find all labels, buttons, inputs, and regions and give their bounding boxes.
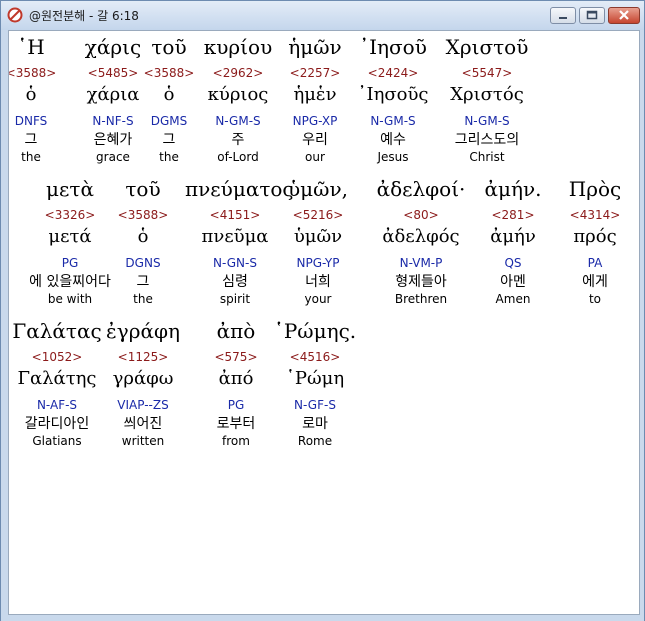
parsing-code: DGNS <box>125 256 161 270</box>
korean-gloss: 씌어진 <box>123 416 163 432</box>
parsing-code: PA <box>587 256 603 270</box>
maximize-button[interactable] <box>579 7 605 24</box>
greek-word: ἐγράφη <box>106 319 180 343</box>
english-gloss: your <box>304 292 332 306</box>
strongs-number: <80> <box>403 208 439 222</box>
strongs-number: <5547> <box>461 66 513 80</box>
english-gloss: Brethren <box>394 292 448 306</box>
lexical-form: ῾Ρώμη <box>285 368 345 389</box>
window-border-bottom <box>1 615 644 621</box>
word-cell[interactable]: ῾Ρώμης. <4516> ῾Ρώμη N-GF-S 로마 Rome <box>265 317 365 457</box>
close-button[interactable] <box>608 7 640 24</box>
lexical-form: ᾿Ιησοῦς <box>357 84 429 105</box>
lexical-form: Χριστός <box>450 84 524 105</box>
parsing-panel: ῾Η <3588> ὁ DNFS 그 the χάρις <5485> χάρια N-NF-S 은… <box>8 30 640 615</box>
close-icon <box>619 10 629 20</box>
lexical-form: ὁ <box>137 226 149 247</box>
minimize-button[interactable] <box>550 7 576 24</box>
korean-gloss: 너희 <box>305 274 331 290</box>
parsing-code: N-GM-S <box>370 114 416 128</box>
english-gloss: Jesus <box>377 150 409 164</box>
greek-word: ῾Ρώμης. <box>273 319 357 343</box>
strongs-number: <3588> <box>117 208 169 222</box>
parsing-code: VIAP--ZS <box>117 398 169 412</box>
korean-gloss: 예수 <box>380 132 406 148</box>
parsing-code: N-VM-P <box>399 256 443 270</box>
korean-gloss: 에게 <box>582 274 608 290</box>
english-gloss: Christ <box>469 150 505 164</box>
strongs-number: <1125> <box>117 350 169 364</box>
greek-word: Πρὸς <box>568 177 622 201</box>
english-gloss: written <box>121 434 165 448</box>
korean-gloss: 로마 <box>302 416 328 432</box>
greek-word: τοῦ <box>125 177 161 201</box>
maximize-icon <box>586 10 598 20</box>
strongs-number: <2424> <box>367 66 419 80</box>
lexical-form: πρός <box>573 226 617 247</box>
strongs-number: <4516> <box>289 350 341 364</box>
word-cell[interactable]: ἐγράφη <1125> γράφω VIAP--ZS 씌어진 written <box>93 317 193 457</box>
lexical-form: ἀδελφός <box>382 226 460 247</box>
greek-word: ὑμῶν, <box>288 177 348 201</box>
korean-gloss: 그리스도의 <box>454 132 520 148</box>
app-window: @원전분해 - 갈 6:18 ῾Η <3588> ὁ DNFS 그 the χάρις <54… <box>0 0 645 621</box>
lexical-form: γράφω <box>112 368 174 389</box>
greek-word: ἀδελφοί· <box>376 177 466 201</box>
english-gloss: to <box>588 292 602 306</box>
no-entry-icon <box>7 7 23 23</box>
word-cell[interactable]: ἀδελφοί· <80> ἀδελφός N-VM-P 형제들아 Brethren <box>371 175 471 315</box>
title-bar[interactable]: @원전분해 - 갈 6:18 <box>1 1 644 30</box>
word-cell[interactable]: Χριστοῦ <5547> Χριστός N-GM-S 그리스도의 Christ <box>437 33 537 173</box>
greek-word: Χριστοῦ <box>445 35 529 59</box>
strongs-number: <5216> <box>292 208 344 222</box>
word-cell[interactable]: τοῦ <3588> ὁ DGNS 그 the <box>93 175 193 315</box>
word-cell[interactable]: Πρὸς <4314> πρός PA 에게 to <box>545 175 639 315</box>
korean-gloss: 그 <box>136 274 150 290</box>
window-title: @원전분해 - 갈 6:18 <box>29 9 139 23</box>
greek-word: ᾿Ιησοῦ <box>359 35 427 59</box>
english-gloss: Rome <box>297 434 333 448</box>
window-border-right <box>640 30 644 615</box>
parsing-code: NPG-YP <box>296 256 340 270</box>
parsing-code: N-GF-S <box>294 398 336 412</box>
word-cell[interactable]: ᾿Ιησοῦ <2424> ᾿Ιησοῦς N-GM-S 예수 Jesus <box>343 33 443 173</box>
lexical-form: ὑμῶν <box>293 226 343 247</box>
english-gloss: the <box>133 292 153 306</box>
korean-gloss: 형제들아 <box>395 274 447 290</box>
strongs-number: <4314> <box>569 208 621 222</box>
word-cell[interactable]: ὑμῶν, <5216> ὑμῶν NPG-YP 너희 your <box>268 175 368 315</box>
minimize-icon <box>559 17 567 19</box>
parsing-code: N-GM-S <box>464 114 510 128</box>
